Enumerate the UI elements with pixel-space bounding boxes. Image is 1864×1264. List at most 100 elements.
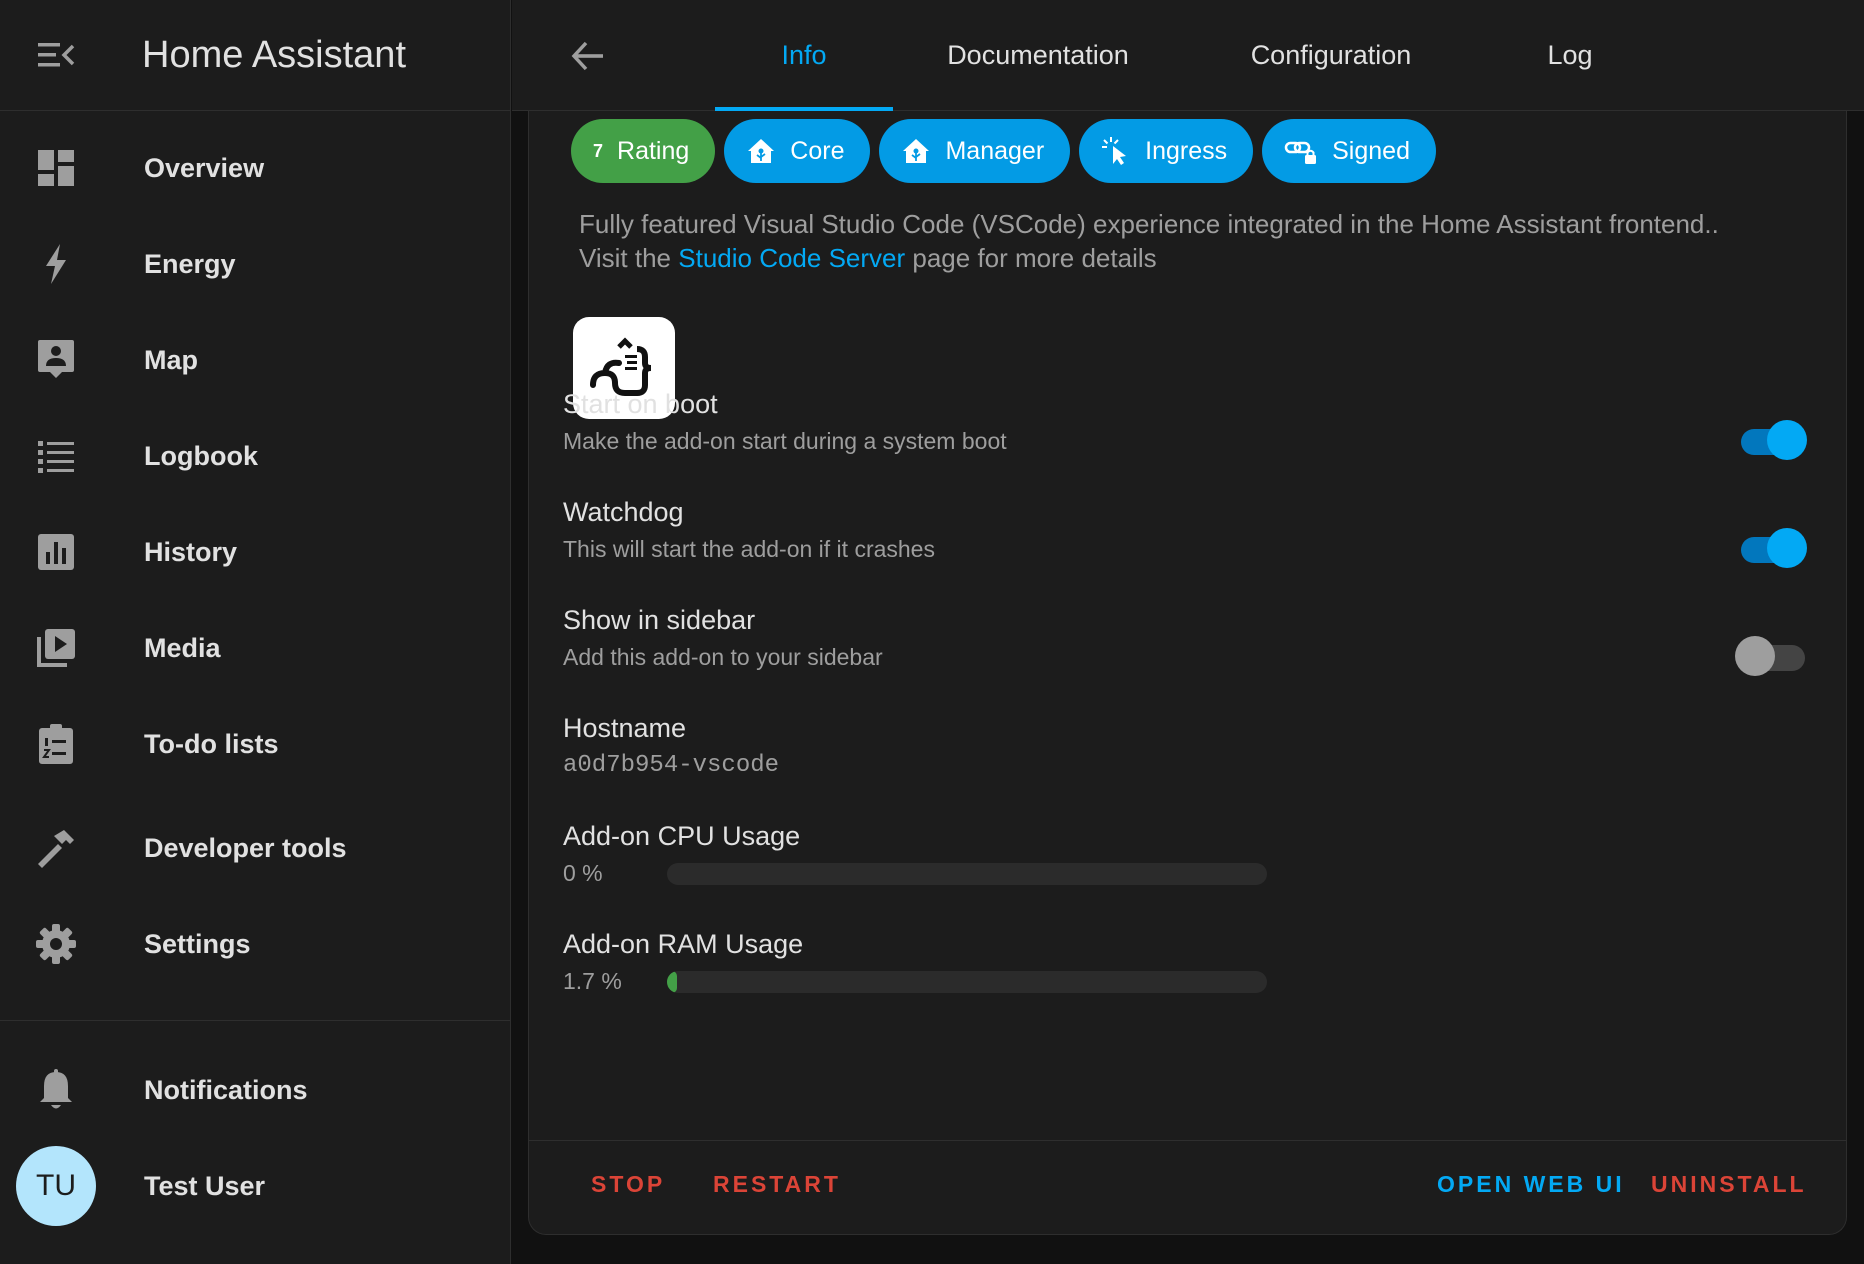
rating-value: 7 <box>593 140 604 161</box>
menu-toggle-button[interactable] <box>0 0 112 111</box>
lightning-icon <box>46 244 66 284</box>
top-bar: Info Documentation Configuration Log <box>512 0 1864 111</box>
ram-usage-title: Add-on RAM Usage <box>563 929 804 959</box>
card-actions: STOP RESTART OPEN WEB UI UNINSTALL <box>529 1140 1846 1234</box>
cpu-usage-value: 0 % <box>563 860 603 886</box>
tab-label: Info <box>781 40 827 70</box>
option-watchdog: Watchdog This will start the add-on if i… <box>563 497 1833 587</box>
badge-list: 7 Rating Core Manager Ingress Signed <box>571 119 1436 183</box>
link-lock-icon <box>1284 141 1317 164</box>
badge-rating[interactable]: 7 Rating <box>571 119 716 183</box>
option-title: Start on boot <box>563 389 718 419</box>
sidebar-item-todo-lists[interactable]: To-do lists <box>0 704 510 784</box>
restart-button[interactable]: RESTART <box>713 1171 841 1198</box>
hostname-section: Hostname a0d7b954-vscode <box>563 713 1833 803</box>
sidebar-item-label: Settings <box>144 928 251 959</box>
tab-label: Documentation <box>947 40 1129 70</box>
avatar: TU <box>16 1146 96 1226</box>
sidebar-item-label: Logbook <box>144 440 258 471</box>
sidebar-item-label: To-do lists <box>144 728 279 759</box>
sidebar-item-notifications[interactable]: Notifications <box>0 1050 510 1130</box>
tab-log[interactable]: Log <box>1512 0 1628 111</box>
option-title: Show in sidebar <box>563 605 756 635</box>
menu-collapse-icon <box>38 43 75 67</box>
cursor-click-icon <box>1102 137 1127 165</box>
show-in-sidebar-toggle[interactable] <box>1735 636 1809 676</box>
hostname-title: Hostname <box>563 713 687 743</box>
tab-configuration[interactable]: Configuration <box>1242 0 1420 111</box>
sidebar-item-settings[interactable]: Settings <box>0 904 510 984</box>
option-show-in-sidebar: Show in sidebar Add this add-on to your … <box>563 605 1833 695</box>
tab-documentation[interactable]: Documentation <box>940 0 1136 111</box>
badge-ingress[interactable]: Ingress <box>1079 119 1254 183</box>
sidebar-item-map[interactable]: Map <box>0 320 510 400</box>
badge-manager[interactable]: Manager <box>879 119 1071 183</box>
watchdog-toggle[interactable] <box>1739 528 1809 568</box>
sidebar-item-energy[interactable]: Energy <box>0 224 510 304</box>
addon-description: Fully featured Visual Studio Code (VSCod… <box>579 207 1819 275</box>
sidebar-item-developer-tools[interactable]: Developer tools <box>0 808 510 888</box>
cpu-usage-section: Add-on CPU Usage 0 % <box>563 821 1833 911</box>
tab-info[interactable]: Info <box>715 0 893 111</box>
sidebar-item-logbook[interactable]: Logbook <box>0 416 510 496</box>
ram-usage-bar <box>667 970 1267 993</box>
description-text: Fully featured Visual Studio Code (VSCod… <box>579 209 1719 239</box>
badge-signed[interactable]: Signed <box>1262 119 1436 183</box>
arrow-left-icon <box>571 41 603 71</box>
media-play-icon <box>37 629 75 667</box>
badge-label: Manager <box>945 136 1045 165</box>
badge-label: Ingress <box>1145 136 1228 165</box>
sidebar-item-label: Media <box>144 632 221 663</box>
option-subtitle: This will start the add-on if it crashes <box>563 536 935 562</box>
bell-icon <box>40 1069 72 1109</box>
uninstall-button[interactable]: UNINSTALL <box>1651 1171 1807 1198</box>
sidebar-item-history[interactable]: History <box>0 512 510 592</box>
sidebar-item-label: Energy <box>144 248 236 279</box>
tab-label: Configuration <box>1250 40 1412 70</box>
sidebar-header: Home Assistant <box>0 0 510 111</box>
sidebar-item-label: Developer tools <box>144 832 347 863</box>
app-root: Home Assistant Overview Energy Map Logbo… <box>0 0 1864 1264</box>
ram-usage-section: Add-on RAM Usage 1.7 % <box>563 929 1833 1019</box>
hostname-value: a0d7b954-vscode <box>563 752 780 779</box>
description-visit: Visit the Studio Code Server page for mo… <box>579 241 1819 275</box>
option-subtitle: Add this add-on to your sidebar <box>563 644 883 670</box>
badge-label: Core <box>790 136 845 165</box>
tab-label: Log <box>1547 40 1593 70</box>
sidebar-item-media[interactable]: Media <box>0 608 510 688</box>
open-web-ui-button[interactable]: OPEN WEB UI <box>1437 1171 1625 1198</box>
visit-prefix: Visit the <box>579 243 679 273</box>
cpu-usage-bar <box>667 862 1267 885</box>
visit-suffix: page for more details <box>905 243 1157 273</box>
sidebar-item-user[interactable]: TU Test User <box>0 1146 510 1226</box>
addon-info-card: 7 Rating Core Manager Ingress Signed Ful… <box>528 111 1847 1235</box>
option-title: Watchdog <box>563 497 684 527</box>
badge-core[interactable]: Core <box>724 119 871 183</box>
clipboard-list-icon <box>39 724 73 764</box>
badge-label: Signed <box>1332 136 1410 165</box>
home-assistant-icon <box>748 139 775 163</box>
map-person-icon <box>38 340 74 378</box>
dashboard-icon <box>38 150 74 186</box>
option-subtitle: Make the add-on start during a system bo… <box>563 428 1007 454</box>
badge-label: Rating <box>617 136 690 165</box>
hammer-icon <box>38 830 74 868</box>
ram-usage-value: 1.7 % <box>563 968 622 994</box>
studio-code-server-link[interactable]: Studio Code Server <box>678 243 905 273</box>
stop-button[interactable]: STOP <box>591 1171 665 1198</box>
cpu-usage-title: Add-on CPU Usage <box>563 821 801 851</box>
sidebar-item-label: History <box>144 536 238 567</box>
start-on-boot-toggle[interactable] <box>1739 420 1809 460</box>
sidebar-item-label: Overview <box>144 152 265 183</box>
gear-icon <box>36 924 76 964</box>
ram-usage-fill <box>667 970 678 993</box>
back-button[interactable] <box>560 28 616 84</box>
bar-chart-icon <box>38 534 74 570</box>
sidebar-divider <box>0 1020 510 1021</box>
sidebar-item-label: Map <box>144 344 198 375</box>
sidebar-item-overview[interactable]: Overview <box>0 128 510 208</box>
option-start-on-boot: Start on boot Make the add-on start duri… <box>563 389 1833 479</box>
sidebar-item-label: Notifications <box>144 1074 308 1105</box>
user-name: Test User <box>144 1170 266 1201</box>
app-title: Home Assistant <box>142 33 406 76</box>
